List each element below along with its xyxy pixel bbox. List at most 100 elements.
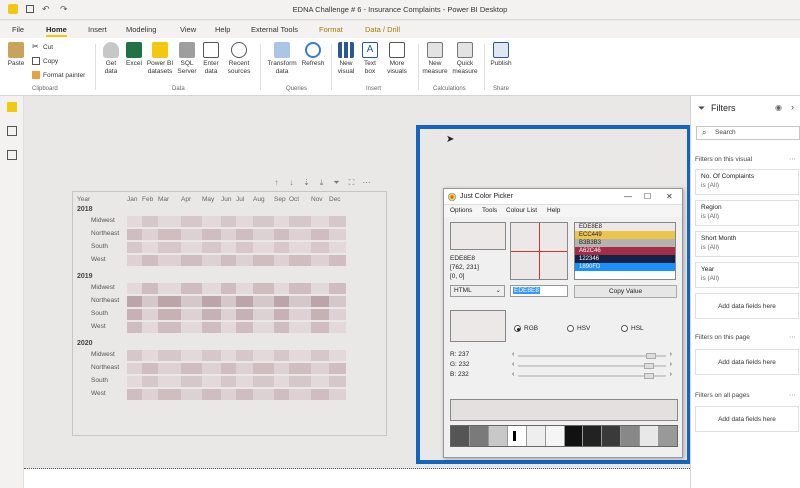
matrix-cell[interactable] xyxy=(253,283,274,294)
matrix-cell[interactable] xyxy=(289,350,311,361)
radio-rgb[interactable]: RGB xyxy=(514,325,538,332)
matrix-cell[interactable] xyxy=(236,363,253,374)
filters-search-input[interactable]: ⌕ Search xyxy=(696,126,800,140)
matrix-cell[interactable] xyxy=(289,229,311,240)
tab-insert[interactable]: Insert xyxy=(88,25,107,34)
colour-list-item[interactable]: EDE8E8 xyxy=(575,223,675,231)
matrix-cell[interactable] xyxy=(202,229,221,240)
matrix-cell[interactable] xyxy=(127,350,142,361)
matrix-cell[interactable] xyxy=(202,350,221,361)
more-options-icon[interactable]: ⋯ xyxy=(362,178,371,187)
matrix-cell[interactable] xyxy=(142,242,158,253)
matrix-cell[interactable] xyxy=(142,350,158,361)
get-data-button[interactable]: Get data xyxy=(100,42,122,75)
matrix-cell[interactable] xyxy=(221,363,236,374)
tab-home[interactable]: Home xyxy=(46,25,67,37)
tab-modeling[interactable]: Modeling xyxy=(126,25,156,34)
eye-icon[interactable]: ◉ xyxy=(775,103,782,112)
matrix-cell[interactable] xyxy=(221,350,236,361)
add-fields-visual[interactable]: Add data fields here xyxy=(695,293,799,319)
matrix-cell[interactable] xyxy=(221,255,236,266)
matrix-cell[interactable] xyxy=(127,322,142,333)
matrix-cell[interactable] xyxy=(127,242,142,253)
matrix-cell[interactable] xyxy=(274,216,289,227)
new-visual-button[interactable]: New visual xyxy=(335,42,357,75)
matrix-cell[interactable] xyxy=(221,242,236,253)
add-fields-page[interactable]: Add data fields here xyxy=(695,349,799,375)
matrix-cell[interactable] xyxy=(274,242,289,253)
matrix-cell[interactable] xyxy=(127,309,142,320)
matrix-cell[interactable] xyxy=(181,350,202,361)
matrix-cell[interactable] xyxy=(158,389,181,400)
matrix-cell[interactable] xyxy=(236,296,253,307)
matrix-cell[interactable] xyxy=(253,350,274,361)
matrix-cell[interactable] xyxy=(127,216,142,227)
matrix-cell[interactable] xyxy=(311,389,329,400)
matrix-cell[interactable] xyxy=(181,296,202,307)
matrix-cell[interactable] xyxy=(202,242,221,253)
shade-cell[interactable] xyxy=(469,426,489,446)
green-slider[interactable]: ‹ › xyxy=(512,361,672,369)
expand-icon[interactable]: ⤓ xyxy=(317,178,326,187)
matrix-cell[interactable] xyxy=(127,363,142,374)
matrix-cell[interactable] xyxy=(221,229,236,240)
focus-mode-icon[interactable]: ⛶ xyxy=(347,178,356,187)
matrix-cell[interactable] xyxy=(289,283,311,294)
next-level-icon[interactable]: ⇣ xyxy=(302,178,311,187)
matrix-cell[interactable] xyxy=(274,322,289,333)
slider-thumb[interactable] xyxy=(646,353,657,359)
filter-card-complaints[interactable]: No. Of Complaints is (All) xyxy=(695,169,799,195)
matrix-cell[interactable] xyxy=(181,255,202,266)
format-painter-button[interactable]: Format painter xyxy=(32,71,85,79)
filter-card-year[interactable]: Year is (All) xyxy=(695,262,799,288)
copy-value-button[interactable]: Copy Value xyxy=(574,285,677,298)
matrix-cell[interactable] xyxy=(236,229,253,240)
power-bi-datasets-button[interactable]: Power BI datasets xyxy=(146,42,174,75)
shade-cell[interactable] xyxy=(507,426,527,446)
matrix-cell[interactable] xyxy=(311,216,329,227)
publish-button[interactable]: Publish xyxy=(487,42,515,68)
matrix-cell[interactable] xyxy=(181,363,202,374)
matrix-cell[interactable] xyxy=(311,255,329,266)
drill-down-icon[interactable]: ↓ xyxy=(287,178,296,187)
matrix-cell[interactable] xyxy=(236,283,253,294)
matrix-cell[interactable] xyxy=(236,322,253,333)
shade-cell[interactable] xyxy=(640,426,660,446)
matrix-cell[interactable] xyxy=(158,229,181,240)
matrix-cell[interactable] xyxy=(202,296,221,307)
tab-view[interactable]: View xyxy=(180,25,196,34)
matrix-cell[interactable] xyxy=(253,216,274,227)
shade-cell[interactable] xyxy=(526,426,546,446)
matrix-cell[interactable] xyxy=(202,389,221,400)
matrix-cell[interactable] xyxy=(289,363,311,374)
matrix-cell[interactable] xyxy=(311,376,329,387)
matrix-cell[interactable] xyxy=(142,309,158,320)
matrix-cell[interactable] xyxy=(274,283,289,294)
shade-cell[interactable] xyxy=(451,426,470,446)
matrix-cell[interactable] xyxy=(221,389,236,400)
minimize-icon[interactable]: — xyxy=(624,192,632,201)
matrix-cell[interactable] xyxy=(311,296,329,307)
filter-card-region[interactable]: Region is (All) xyxy=(695,200,799,226)
tab-external-tools[interactable]: External Tools xyxy=(251,25,298,34)
shade-strip[interactable] xyxy=(450,425,678,447)
matrix-cell[interactable] xyxy=(202,255,221,266)
menu-colour-list[interactable]: Colour List xyxy=(506,207,537,214)
matrix-cell[interactable] xyxy=(221,322,236,333)
matrix-cell[interactable] xyxy=(274,296,289,307)
blue-slider[interactable]: ‹ › xyxy=(512,371,672,379)
matrix-cell[interactable] xyxy=(311,242,329,253)
matrix-cell[interactable] xyxy=(274,309,289,320)
matrix-cell[interactable] xyxy=(274,350,289,361)
matrix-cell[interactable] xyxy=(253,322,274,333)
matrix-cell[interactable] xyxy=(127,296,142,307)
matrix-cell[interactable] xyxy=(329,242,346,253)
matrix-cell[interactable] xyxy=(221,216,236,227)
matrix-cell[interactable] xyxy=(158,296,181,307)
colour-list-item[interactable]: 122346 xyxy=(575,255,675,263)
matrix-cell[interactable] xyxy=(142,376,158,387)
shade-cell[interactable] xyxy=(564,426,584,446)
matrix-cell[interactable] xyxy=(202,376,221,387)
matrix-cell[interactable] xyxy=(127,229,142,240)
matrix-cell[interactable] xyxy=(329,376,346,387)
